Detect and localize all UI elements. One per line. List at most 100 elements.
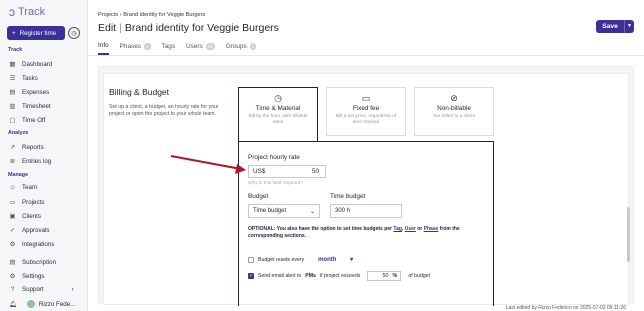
user-bar: 🔔︎ Rizzo Fede... [0, 297, 88, 311]
last-edited-note: Last edited by Rizzo Federico on 2025-07… [505, 305, 626, 311]
time-material-panel: Project hourly rate US$ 50 Why is this f… [238, 141, 494, 306]
plus-icon: + [12, 29, 16, 37]
calendar-icon: ▢ [9, 117, 16, 124]
sidebar-item-team[interactable]: ☺ Team [9, 184, 37, 191]
budget-reset-row: Budget resets every month ▾ [248, 256, 353, 263]
sidebar-item-approvals[interactable]: ✓ Approvals [9, 226, 50, 235]
email-alert-checkbox[interactable]: ✓ [248, 273, 254, 279]
hourly-rate-input[interactable]: US$ 50 [248, 165, 326, 178]
register-time-label: Register time [19, 29, 57, 37]
breadcrumb-projects-link[interactable]: Projects [98, 12, 118, 18]
sidebar-item-subscription[interactable]: ▤ Subscription [9, 258, 56, 267]
budget-reset-checkbox[interactable] [248, 256, 254, 263]
user-link[interactable]: User [405, 226, 416, 232]
breadcrumb: Projects › Brand identity for Veggie Bur… [98, 12, 205, 18]
sidebar-item-clients[interactable]: ▣ Clients [9, 212, 41, 221]
sidebar-item-projects[interactable]: ▭ Projects [9, 198, 44, 207]
money-icon: ▭ [361, 93, 371, 103]
content-area: Billing & Budget Set up a client, a budg… [98, 66, 634, 306]
timer-clock-icon[interactable]: ◷ [68, 27, 80, 39]
sidebar-item-timesheet[interactable]: ▥ Timesheet [9, 102, 50, 111]
alert-percent-input[interactable]: 50% [367, 271, 402, 281]
team-icon: ☺ [9, 184, 16, 191]
budget-type-select[interactable]: Time budget ⌄ [248, 204, 320, 218]
entries-log-icon: ≣ [9, 158, 16, 165]
expenses-icon: ▤ [9, 89, 16, 96]
nav-section-manage: Manage [8, 172, 29, 178]
settings-icon: ⚙ [9, 273, 16, 280]
tab-count-badge: 10 [205, 43, 215, 50]
app-name: Track [18, 6, 46, 18]
sidebar-item-tasks[interactable]: ☰ Tasks [9, 74, 38, 83]
sidebar-item-expenses[interactable]: ▤ Expenses [9, 88, 49, 97]
tab-count-badge: 1 [249, 43, 257, 50]
sidebar-item-entries-log[interactable]: ≣ Entries log [9, 157, 51, 166]
reset-period-select[interactable]: month ▾ [318, 256, 353, 263]
tab-info[interactable]: Info [98, 42, 109, 55]
option-non-billable[interactable]: ⊘ Non-billable Not billed to a client [414, 87, 494, 136]
track-logo-icon: ↄ [9, 5, 15, 19]
user-menu[interactable]: Rizzo Fede... [26, 300, 76, 308]
billing-title: Billing & Budget [109, 87, 170, 97]
option-fixed-fee[interactable]: ▭ Fixed fee Bill a set price, regardless… [326, 87, 406, 136]
notifications-bell-icon[interactable]: 🔔︎ [9, 300, 17, 308]
save-label: Save [602, 23, 618, 30]
main-area: Projects › Brand identity for Veggie Bur… [88, 0, 644, 311]
page-title-text: Brand identity for Veggie Burgers [124, 22, 279, 34]
tab-divider [88, 55, 644, 56]
email-alert-row: ✓ Send email alert to PMs if project exc… [248, 271, 430, 281]
timesheet-icon: ▥ [9, 103, 16, 110]
reports-icon: ↗ [9, 144, 16, 151]
time-budget-label: Time budget [330, 193, 366, 200]
tab-users[interactable]: Users 10 [186, 42, 215, 55]
rate-value: 50 [311, 168, 319, 175]
optional-note: OPTIONAL: You also have the option to se… [248, 226, 460, 239]
page-title-prefix: Edit [98, 22, 117, 34]
tab-tags[interactable]: Tags [162, 42, 176, 55]
option-time-material[interactable]: ◷ Time & Material Bill by the hour, with… [238, 87, 318, 141]
tab-groups[interactable]: Groups 1 [226, 42, 257, 55]
time-budget-input[interactable]: 300 h [330, 204, 402, 218]
breadcrumb-current: Brand identity for Veggie Burgers [123, 12, 206, 18]
chevron-down-icon: ▾ [350, 257, 354, 263]
support-icon: ? [10, 286, 15, 293]
scrollbar[interactable] [627, 207, 630, 262]
tags-link[interactable]: Tag [393, 226, 402, 232]
billing-card: Billing & Budget Set up a client, a budg… [103, 73, 629, 306]
subscription-icon: ▤ [9, 259, 16, 266]
page-title: Edit | Brand identity for Veggie Burgers [98, 22, 279, 34]
avatar [26, 300, 35, 308]
chevron-down-icon[interactable]: ▼ [624, 20, 634, 33]
register-time-button[interactable]: + Register time [7, 26, 65, 40]
tab-phases[interactable]: Phases 2 [120, 42, 151, 55]
sidebar-item-reports[interactable]: ↗ Reports [9, 143, 44, 152]
tab-count-badge: 2 [144, 43, 151, 50]
rate-label: Project hourly rate [248, 154, 300, 161]
clock-icon: ◷ [274, 93, 282, 103]
tab-bar: Info Phases 2 Tags Users 10 Groups 1 [98, 42, 257, 55]
tasks-icon: ☰ [9, 75, 16, 82]
save-button[interactable]: Save ▼ [596, 20, 634, 33]
sidebar-item-dashboard[interactable]: ▦ Dashboard [9, 60, 52, 69]
chevron-right-icon: › [71, 286, 74, 293]
sidebar-item-integrations[interactable]: ⚙ Integrations [9, 240, 55, 249]
user-name: Rizzo Fede... [38, 300, 76, 308]
billing-description: Set up a client, a budget, an hourly rat… [109, 104, 219, 117]
app-logo[interactable]: ↄ Track [9, 5, 45, 19]
nav-section-analyze: Analyze [8, 130, 29, 136]
nav-section-track: Track [8, 47, 23, 53]
approvals-icon: ✓ [9, 227, 16, 234]
sidebar-item-settings[interactable]: ⚙ Settings [9, 272, 45, 281]
dashboard-icon: ▦ [9, 61, 16, 68]
why-required-link[interactable]: Why is this field required? [248, 181, 303, 186]
sidebar-item-time-off[interactable]: ▢ Time Off [9, 116, 45, 125]
phase-link[interactable]: Phase [424, 226, 439, 232]
chevron-down-icon: ⌄ [309, 208, 315, 215]
sidebar: ↄ Track + Register time ◷ Track ▦ Dashboa… [0, 0, 88, 311]
sidebar-item-support[interactable]: ? Support › [9, 286, 74, 293]
no-money-icon: ⊘ [450, 93, 458, 103]
clients-icon: ▣ [9, 213, 16, 220]
integrations-icon: ⚙ [9, 241, 16, 248]
budget-label: Budget [248, 193, 269, 200]
projects-icon: ▭ [9, 199, 16, 206]
